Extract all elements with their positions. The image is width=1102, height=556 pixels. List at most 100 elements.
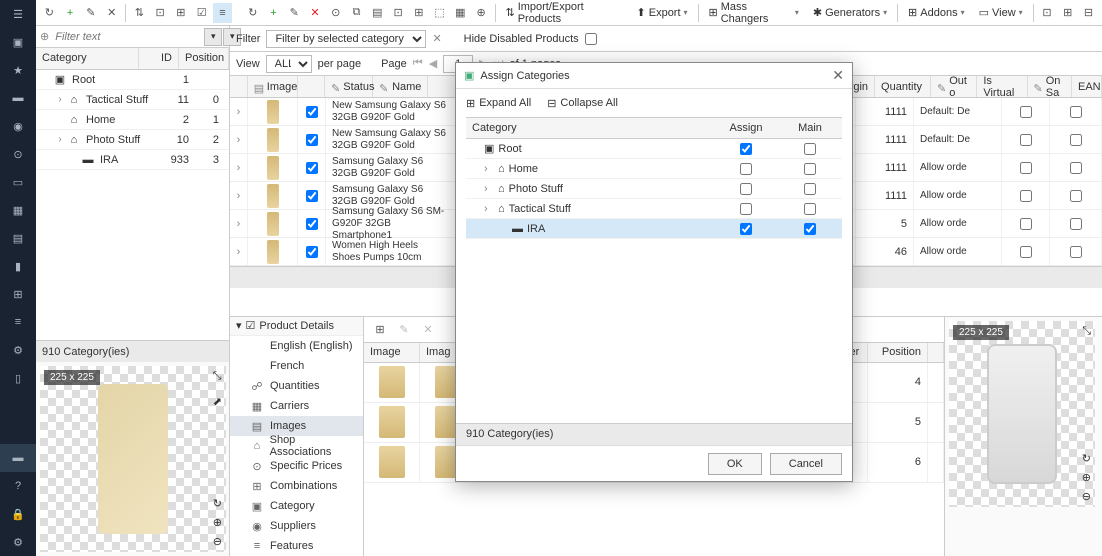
t13-icon[interactable]: ⊟ <box>1079 3 1098 23</box>
dt-edit-icon[interactable]: ✎ <box>394 319 414 339</box>
lock-icon[interactable]: 🔒 <box>0 500 36 528</box>
detail-item[interactable]: ⊙Specific Prices <box>230 456 363 476</box>
modal-category-row[interactable]: ▣Root <box>466 139 842 159</box>
inbox-icon[interactable]: ▬ <box>0 444 36 472</box>
zoom-out-icon[interactable]: ⊖ <box>213 535 222 548</box>
ok-button[interactable]: OK <box>708 453 762 475</box>
tree-row[interactable]: ▬IRA9333 <box>36 150 229 170</box>
delete2-icon[interactable]: ✕ <box>306 3 325 23</box>
modal-category-row[interactable]: ▬IRA <box>466 219 842 239</box>
modal-category-row[interactable]: ›⌂Tactical Stuff <box>466 199 842 219</box>
detail-item[interactable]: ⌂Shop Associations <box>230 436 363 456</box>
detail-item[interactable]: ◉Suppliers <box>230 516 363 536</box>
refresh-icon[interactable]: ↻ <box>40 3 59 23</box>
gear-icon[interactable]: ⚙ <box>0 528 36 556</box>
tree-row[interactable]: ›⌂Tactical Stuff110 <box>36 90 229 110</box>
view-dropdown[interactable]: ▭View▾ <box>973 4 1029 21</box>
detail-header[interactable]: ▾☑Product Details <box>230 317 363 337</box>
add-icon[interactable]: + <box>61 3 80 23</box>
t12-icon[interactable]: ⊞ <box>1058 3 1077 23</box>
zoom-in-icon[interactable]: ⊕ <box>213 516 222 529</box>
tool5-icon[interactable]: ≡ <box>213 3 232 23</box>
t11-icon[interactable]: ⊡ <box>1038 3 1057 23</box>
sidebar: ☰ ▣ ★ ▬ ◉ ⊙ ▭ ▦ ▤ ▮ ⊞ ≡ ⚙ ▯ ▬ ? 🔒 ⚙ <box>0 0 36 556</box>
chart-icon[interactable]: ▮ <box>0 252 36 280</box>
view-select[interactable]: ALL <box>266 55 312 73</box>
filter-btn1[interactable]: ▾ <box>204 28 222 46</box>
tree-row[interactable]: ▣Root1 <box>36 70 229 90</box>
star-icon[interactable]: ★ <box>0 56 36 84</box>
cancel-button[interactable]: Cancel <box>770 453 842 475</box>
category-footer: 910 Category(ies) <box>36 340 229 362</box>
tree-row[interactable]: ›⌂Photo Stuff102 <box>36 130 229 150</box>
stats-icon[interactable]: ▯ <box>0 364 36 392</box>
detail-item[interactable]: ⊞Combinations <box>230 476 363 496</box>
tag-icon[interactable]: ⊙ <box>0 140 36 168</box>
detail-item[interactable]: ▣Category <box>230 496 363 516</box>
expand-all-button[interactable]: ⊞Expand All <box>466 97 531 110</box>
first-page-icon[interactable]: ⏮ <box>413 57 423 70</box>
edit2-icon[interactable]: ✎ <box>285 3 304 23</box>
t7-icon[interactable]: ⊞ <box>409 3 428 23</box>
paste-icon[interactable]: ▤ <box>368 3 387 23</box>
tool2-icon[interactable]: ⊡ <box>151 3 170 23</box>
refresh2-icon[interactable]: ↻ <box>243 3 262 23</box>
detail-item[interactable]: ≡Features <box>230 536 363 556</box>
collapse-all-button[interactable]: ⊟Collapse All <box>547 97 618 110</box>
tool4-icon[interactable]: ☑ <box>192 3 211 23</box>
tool3-icon[interactable]: ⊞ <box>172 3 191 23</box>
modal-title: Assign Categories <box>480 70 569 82</box>
external-icon[interactable]: ⬈ <box>213 395 222 408</box>
detail-item[interactable]: French <box>230 356 363 376</box>
detail-item[interactable]: English (English) <box>230 336 363 356</box>
hide-disabled-checkbox[interactable] <box>585 33 597 45</box>
detail-item[interactable]: ▤Images <box>230 416 363 436</box>
dt-del-icon[interactable]: ✕ <box>418 319 438 339</box>
tool1-icon[interactable]: ⇅ <box>130 3 149 23</box>
edit-icon[interactable]: ✎ <box>82 3 101 23</box>
filter-input[interactable] <box>53 29 200 45</box>
r-refresh-icon[interactable]: ↻ <box>1082 452 1091 465</box>
dt-add-icon[interactable]: ⊞ <box>370 319 390 339</box>
tree-row[interactable]: ⌂Home21 <box>36 110 229 130</box>
truck-icon[interactable]: ▦ <box>0 196 36 224</box>
mass-changers-dropdown[interactable]: ⊞Mass Changers▾ <box>702 0 804 27</box>
r-zoom-in-icon[interactable]: ⊕ <box>1082 471 1091 484</box>
t10-icon[interactable]: ⊕ <box>472 3 491 23</box>
wrench-icon[interactable]: ⚙ <box>0 336 36 364</box>
generators-dropdown[interactable]: ✱Generators▾ <box>807 4 893 21</box>
add2-icon[interactable]: + <box>264 3 283 23</box>
archive-icon[interactable]: ▬ <box>0 84 36 112</box>
copy-icon[interactable]: ⧉ <box>347 3 366 23</box>
modal-close-icon[interactable]: ✕ <box>832 67 844 84</box>
message-icon[interactable]: ▭ <box>0 168 36 196</box>
addons-dropdown[interactable]: ⊞Addons▾ <box>902 4 971 21</box>
detail-item[interactable]: ☍Quantities <box>230 376 363 396</box>
arrow-icon[interactable]: ⤡ <box>213 370 222 383</box>
store-icon[interactable]: ▣ <box>0 28 36 56</box>
export-dropdown[interactable]: ⬆Export▾ <box>631 4 694 21</box>
filter-icon: ⊕ <box>40 30 49 43</box>
book-icon[interactable]: ▤ <box>0 224 36 252</box>
r-zoom-out-icon[interactable]: ⊖ <box>1082 490 1091 503</box>
t9-icon[interactable]: ▦ <box>451 3 470 23</box>
t6-icon[interactable]: ⊡ <box>389 3 408 23</box>
filter-label: Filter <box>236 33 260 45</box>
refresh-thumb-icon[interactable]: ↻ <box>213 497 222 510</box>
help-icon[interactable]: ? <box>0 472 36 500</box>
t8-icon[interactable]: ⬚ <box>430 3 449 23</box>
filter-select[interactable]: Filter by selected category <box>266 30 426 48</box>
modal-category-row[interactable]: ›⌂Home <box>466 159 842 179</box>
sliders-icon[interactable]: ≡ <box>0 308 36 336</box>
prev-page-icon[interactable]: ◀ <box>429 57 437 70</box>
r-arrow-icon[interactable]: ⤡ <box>1082 325 1091 338</box>
user-icon[interactable]: ◉ <box>0 112 36 140</box>
modal-category-row[interactable]: ›⌂Photo Stuff <box>466 179 842 199</box>
filter-clear-icon[interactable]: ✕ <box>432 32 441 45</box>
delete-icon[interactable]: ✕ <box>102 3 121 23</box>
menu-icon[interactable]: ☰ <box>0 0 36 28</box>
puzzle-icon[interactable]: ⊞ <box>0 280 36 308</box>
search2-icon[interactable]: ⊙ <box>326 3 345 23</box>
detail-item[interactable]: ▦Carriers <box>230 396 363 416</box>
import-export-dropdown[interactable]: ⇅Import/Export Products <box>499 0 628 27</box>
